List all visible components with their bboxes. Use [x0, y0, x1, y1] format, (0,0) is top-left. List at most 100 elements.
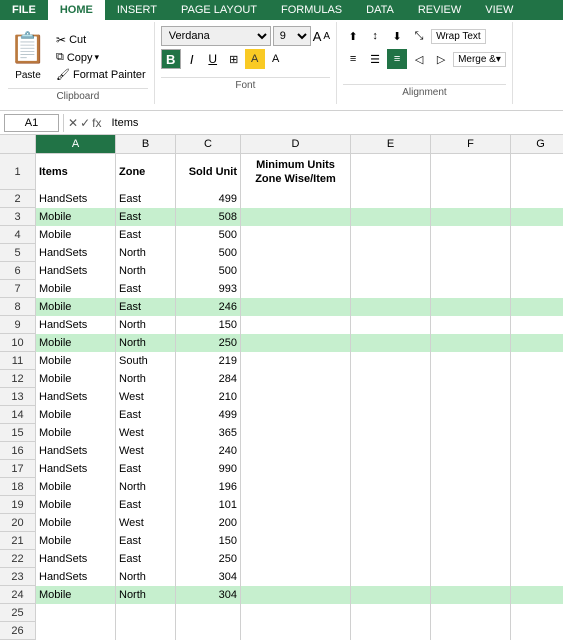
cell-r22-c1[interactable]: East: [116, 550, 176, 568]
cell-r20-c4[interactable]: [351, 514, 431, 532]
cell-r23-c5[interactable]: [431, 568, 511, 586]
cell-r10-c1[interactable]: North: [116, 334, 176, 352]
cell-r14-c5[interactable]: [431, 406, 511, 424]
cell-r12-c0[interactable]: Mobile: [36, 370, 116, 388]
cell-r18-c0[interactable]: Mobile: [36, 478, 116, 496]
cell-r7-c6[interactable]: [511, 280, 563, 298]
cell-r9-c4[interactable]: [351, 316, 431, 334]
cell-r8-c5[interactable]: [431, 298, 511, 316]
row-header-2[interactable]: 2: [0, 190, 36, 208]
cell-r20-c6[interactable]: [511, 514, 563, 532]
confirm-formula-icon[interactable]: ✓: [80, 116, 90, 130]
cell-r6-c3[interactable]: [241, 262, 351, 280]
cell-r10-c2[interactable]: 250: [176, 334, 241, 352]
cell-r8-c1[interactable]: East: [116, 298, 176, 316]
cell-r24-c0[interactable]: Mobile: [36, 586, 116, 604]
cell-r4-c4[interactable]: [351, 226, 431, 244]
cell-r13-c5[interactable]: [431, 388, 511, 406]
row-header-14[interactable]: 14: [0, 406, 36, 424]
cell-r19-c2[interactable]: 101: [176, 496, 241, 514]
cell-r13-c2[interactable]: 210: [176, 388, 241, 406]
cell-r21-c2[interactable]: 150: [176, 532, 241, 550]
cell-r2-c0[interactable]: HandSets: [36, 190, 116, 208]
cell-r12-c3[interactable]: [241, 370, 351, 388]
cell-r13-c6[interactable]: [511, 388, 563, 406]
cell-r26-c4[interactable]: [351, 622, 431, 640]
row-header-1[interactable]: 1: [0, 154, 36, 190]
cell-r14-c3[interactable]: [241, 406, 351, 424]
row-header-4[interactable]: 4: [0, 226, 36, 244]
fill-color-button[interactable]: A: [245, 49, 265, 69]
bottom-align-button[interactable]: ⬇: [387, 26, 407, 46]
cell-r24-c1[interactable]: North: [116, 586, 176, 604]
cell-r11-c6[interactable]: [511, 352, 563, 370]
cell-r21-c0[interactable]: Mobile: [36, 532, 116, 550]
col-header-b[interactable]: B: [116, 135, 176, 153]
cell-r10-c6[interactable]: [511, 334, 563, 352]
cell-r2-c3[interactable]: [241, 190, 351, 208]
cell-r4-c0[interactable]: Mobile: [36, 226, 116, 244]
cell-r26-c2[interactable]: [176, 622, 241, 640]
cell-r3-c2[interactable]: 508: [176, 208, 241, 226]
cell-r12-c6[interactable]: [511, 370, 563, 388]
cell-r5-c2[interactable]: 500: [176, 244, 241, 262]
cell-r6-c0[interactable]: HandSets: [36, 262, 116, 280]
border-button[interactable]: ⊞: [224, 49, 244, 69]
cell-r15-c1[interactable]: West: [116, 424, 176, 442]
cell-r24-c6[interactable]: [511, 586, 563, 604]
top-align-button[interactable]: ⬆: [343, 26, 363, 46]
row-header-19[interactable]: 19: [0, 496, 36, 514]
increase-font-button[interactable]: A: [313, 29, 322, 44]
middle-align-button[interactable]: ↕: [365, 26, 385, 46]
cell-r9-c1[interactable]: North: [116, 316, 176, 334]
cell-r21-c4[interactable]: [351, 532, 431, 550]
cell-r22-c6[interactable]: [511, 550, 563, 568]
cell-r10-c3[interactable]: [241, 334, 351, 352]
row-header-6[interactable]: 6: [0, 262, 36, 280]
cell-r5-c0[interactable]: HandSets: [36, 244, 116, 262]
font-size-select[interactable]: 9: [273, 26, 311, 46]
cell-r15-c3[interactable]: [241, 424, 351, 442]
cell-r22-c5[interactable]: [431, 550, 511, 568]
cell-r2-c5[interactable]: [431, 190, 511, 208]
cell-r14-c0[interactable]: Mobile: [36, 406, 116, 424]
cell-r26-c3[interactable]: [241, 622, 351, 640]
cell-r7-c0[interactable]: Mobile: [36, 280, 116, 298]
paste-button[interactable]: 📋 Paste: [8, 26, 48, 81]
cell-ref-input[interactable]: [4, 114, 59, 132]
cell-r8-c6[interactable]: [511, 298, 563, 316]
cell-r24-c3[interactable]: [241, 586, 351, 604]
cell-r3-c3[interactable]: [241, 208, 351, 226]
cell-r3-c4[interactable]: [351, 208, 431, 226]
cell-r22-c3[interactable]: [241, 550, 351, 568]
tab-data[interactable]: DATA: [354, 0, 406, 20]
row-header-10[interactable]: 10: [0, 334, 36, 352]
cell-r23-c2[interactable]: 304: [176, 568, 241, 586]
text-angle-button[interactable]: ⤡: [409, 26, 429, 46]
cell-r21-c5[interactable]: [431, 532, 511, 550]
cell-r17-c1[interactable]: East: [116, 460, 176, 478]
cell-r13-c4[interactable]: [351, 388, 431, 406]
cell-r5-c3[interactable]: [241, 244, 351, 262]
cell-r11-c0[interactable]: Mobile: [36, 352, 116, 370]
cell-r11-c5[interactable]: [431, 352, 511, 370]
cell-r3-c6[interactable]: [511, 208, 563, 226]
cell-r15-c4[interactable]: [351, 424, 431, 442]
decrease-indent-button[interactable]: ◁: [409, 49, 429, 69]
cell-r21-c6[interactable]: [511, 532, 563, 550]
cell-r1-c6[interactable]: [511, 154, 563, 190]
tab-file[interactable]: FILE: [0, 0, 48, 20]
cell-r26-c5[interactable]: [431, 622, 511, 640]
cell-r3-c0[interactable]: Mobile: [36, 208, 116, 226]
copy-button[interactable]: ⧉ Copy ▾: [54, 50, 148, 65]
row-header-21[interactable]: 21: [0, 532, 36, 550]
cell-r19-c4[interactable]: [351, 496, 431, 514]
bold-button[interactable]: B: [161, 49, 181, 69]
cell-r25-c0[interactable]: [36, 604, 116, 622]
cell-r5-c5[interactable]: [431, 244, 511, 262]
cell-r17-c5[interactable]: [431, 460, 511, 478]
italic-button[interactable]: I: [182, 49, 202, 69]
cell-r17-c0[interactable]: HandSets: [36, 460, 116, 478]
cell-r8-c3[interactable]: [241, 298, 351, 316]
cell-r5-c4[interactable]: [351, 244, 431, 262]
